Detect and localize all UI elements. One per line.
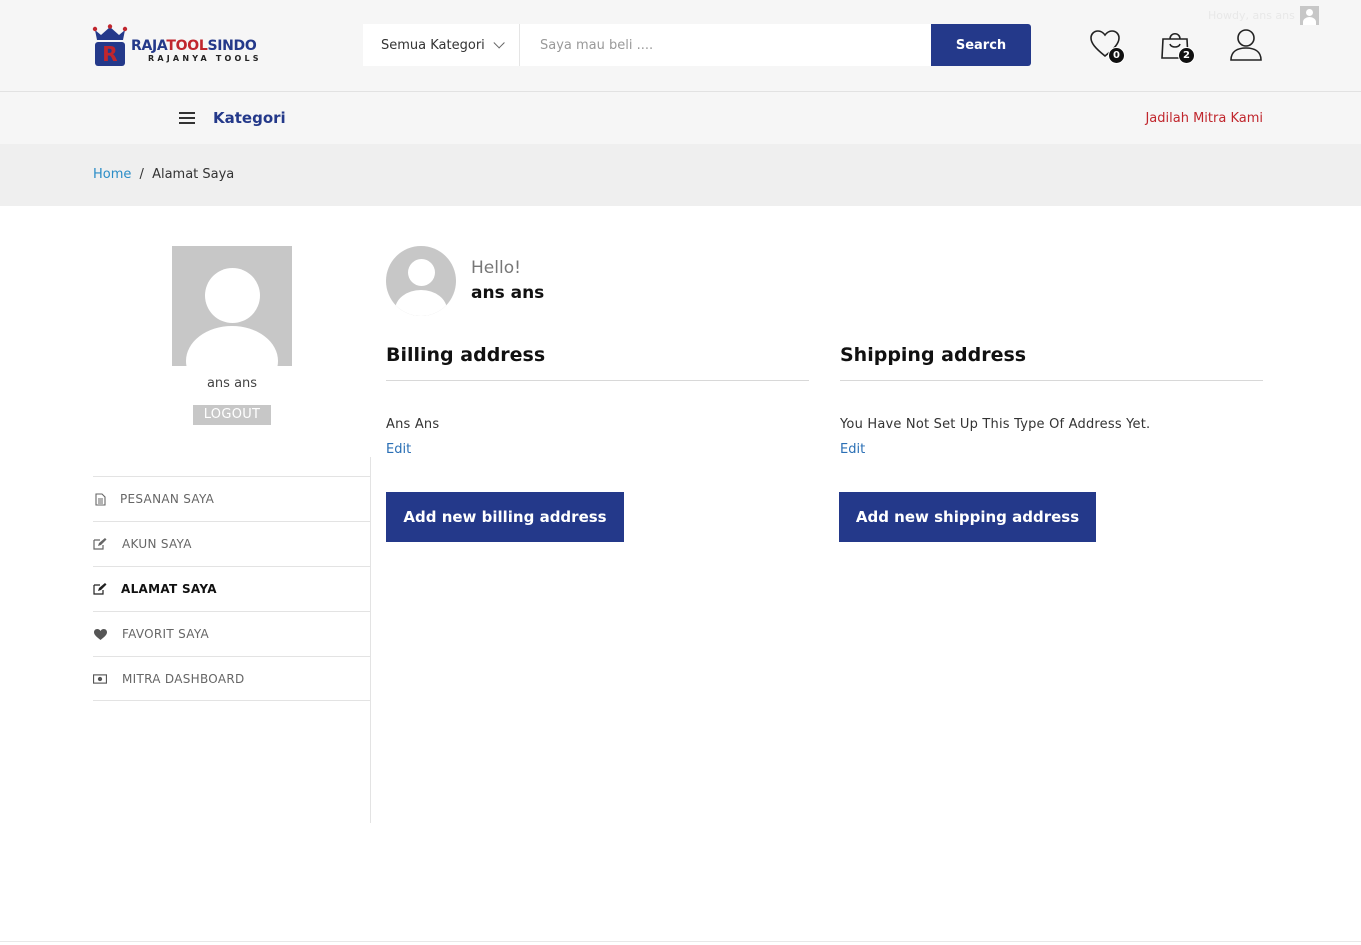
search-input[interactable]: Saya mau beli .... <box>520 24 931 66</box>
sidebar-item-alamat[interactable]: ALAMAT SAYA <box>93 566 370 611</box>
shipping-edit-link[interactable]: Edit <box>840 442 865 457</box>
edit-icon <box>93 582 107 596</box>
greeting-text: Hello! <box>471 258 521 278</box>
account-button[interactable] <box>1229 28 1263 62</box>
sidebar-item-label: FAVORIT SAYA <box>122 627 210 641</box>
kategori-menu[interactable]: Kategori <box>213 109 286 127</box>
footer-divider <box>0 941 1361 942</box>
hamburger-menu-icon[interactable] <box>179 112 195 124</box>
breadcrumb: Home / Alamat Saya <box>93 167 234 182</box>
add-shipping-address-button[interactable]: Add new shipping address <box>839 492 1096 542</box>
sidebar-item-pesanan[interactable]: PESANAN SAYA <box>93 476 370 521</box>
brand-name: RAJATOOLSINDO <box>131 38 257 54</box>
billing-address-section: Billing address Ans Ans Edit <box>386 344 809 457</box>
breadcrumb-home[interactable]: Home <box>93 167 131 182</box>
site-header: R RAJATOOLSINDO RAJANYA TOOLS Semua Kate… <box>0 0 1361 92</box>
category-dropdown-label: Semua Kategori <box>381 37 485 53</box>
breadcrumb-separator: / <box>139 167 144 182</box>
money-icon <box>93 672 107 686</box>
user-avatar <box>386 246 456 316</box>
shipping-address-title: Shipping address <box>840 344 1263 381</box>
search-bar: Semua Kategori Saya mau beli .... Search <box>363 24 1031 66</box>
billing-edit-link[interactable]: Edit <box>386 442 411 457</box>
search-placeholder: Saya mau beli .... <box>540 37 654 53</box>
sidebar-item-akun[interactable]: AKUN SAYA <box>93 521 370 566</box>
howdy-text: Howdy, ans ans <box>1208 9 1295 22</box>
admin-avatar <box>1299 6 1319 25</box>
sidebar-item-favorit[interactable]: FAVORIT SAYA <box>93 611 370 656</box>
admin-howdy[interactable]: Howdy, ans ans <box>1208 6 1319 25</box>
crown-logo-icon: R <box>92 24 128 66</box>
site-logo[interactable]: R RAJATOOLSINDO RAJANYA TOOLS <box>92 24 292 68</box>
shipping-address-section: Shipping address You Have Not Set Up Thi… <box>840 344 1263 457</box>
breadcrumb-bar: Home / Alamat Saya <box>0 144 1361 206</box>
shipping-address-value: You Have Not Set Up This Type Of Address… <box>840 417 1151 432</box>
cart-count-badge: 2 <box>1178 47 1195 64</box>
profile-avatar <box>172 246 292 366</box>
breadcrumb-current: Alamat Saya <box>152 167 235 182</box>
brand-tagline: RAJANYA TOOLS <box>148 54 262 63</box>
search-button[interactable]: Search <box>931 24 1031 66</box>
main-navbar: Kategori Jadilah Mitra Kami <box>0 92 1361 144</box>
svg-text:R: R <box>102 42 117 66</box>
sidebar-divider <box>370 457 371 823</box>
billing-address-value: Ans Ans <box>386 417 440 432</box>
edit-icon <box>93 537 107 551</box>
document-icon <box>93 492 107 506</box>
sidebar-item-mitra[interactable]: MITRA DASHBOARD <box>93 656 370 701</box>
sidebar-item-label: PESANAN SAYA <box>120 492 215 506</box>
wishlist-button[interactable]: 0 <box>1089 28 1125 64</box>
user-icon <box>1230 29 1262 61</box>
cart-button[interactable]: 2 <box>1159 28 1195 64</box>
profile-name: ans ans <box>206 376 258 391</box>
account-menu: PESANAN SAYA AKUN SAYA ALAMAT SAYA FAVOR… <box>93 476 370 701</box>
category-dropdown[interactable]: Semua Kategori <box>363 24 520 66</box>
sidebar-item-label: ALAMAT SAYA <box>121 582 217 596</box>
wishlist-count-badge: 0 <box>1108 47 1125 64</box>
sidebar-item-label: MITRA DASHBOARD <box>122 671 245 686</box>
add-billing-address-button[interactable]: Add new billing address <box>386 492 624 542</box>
heart-icon <box>93 627 107 641</box>
mitra-link[interactable]: Jadilah Mitra Kami <box>1145 111 1263 126</box>
billing-address-title: Billing address <box>386 344 809 381</box>
greeting-user-name: ans ans <box>471 283 545 303</box>
chevron-down-icon <box>493 37 505 49</box>
logout-button[interactable]: LOGOUT <box>193 405 271 425</box>
sidebar-item-label: AKUN SAYA <box>122 537 192 551</box>
